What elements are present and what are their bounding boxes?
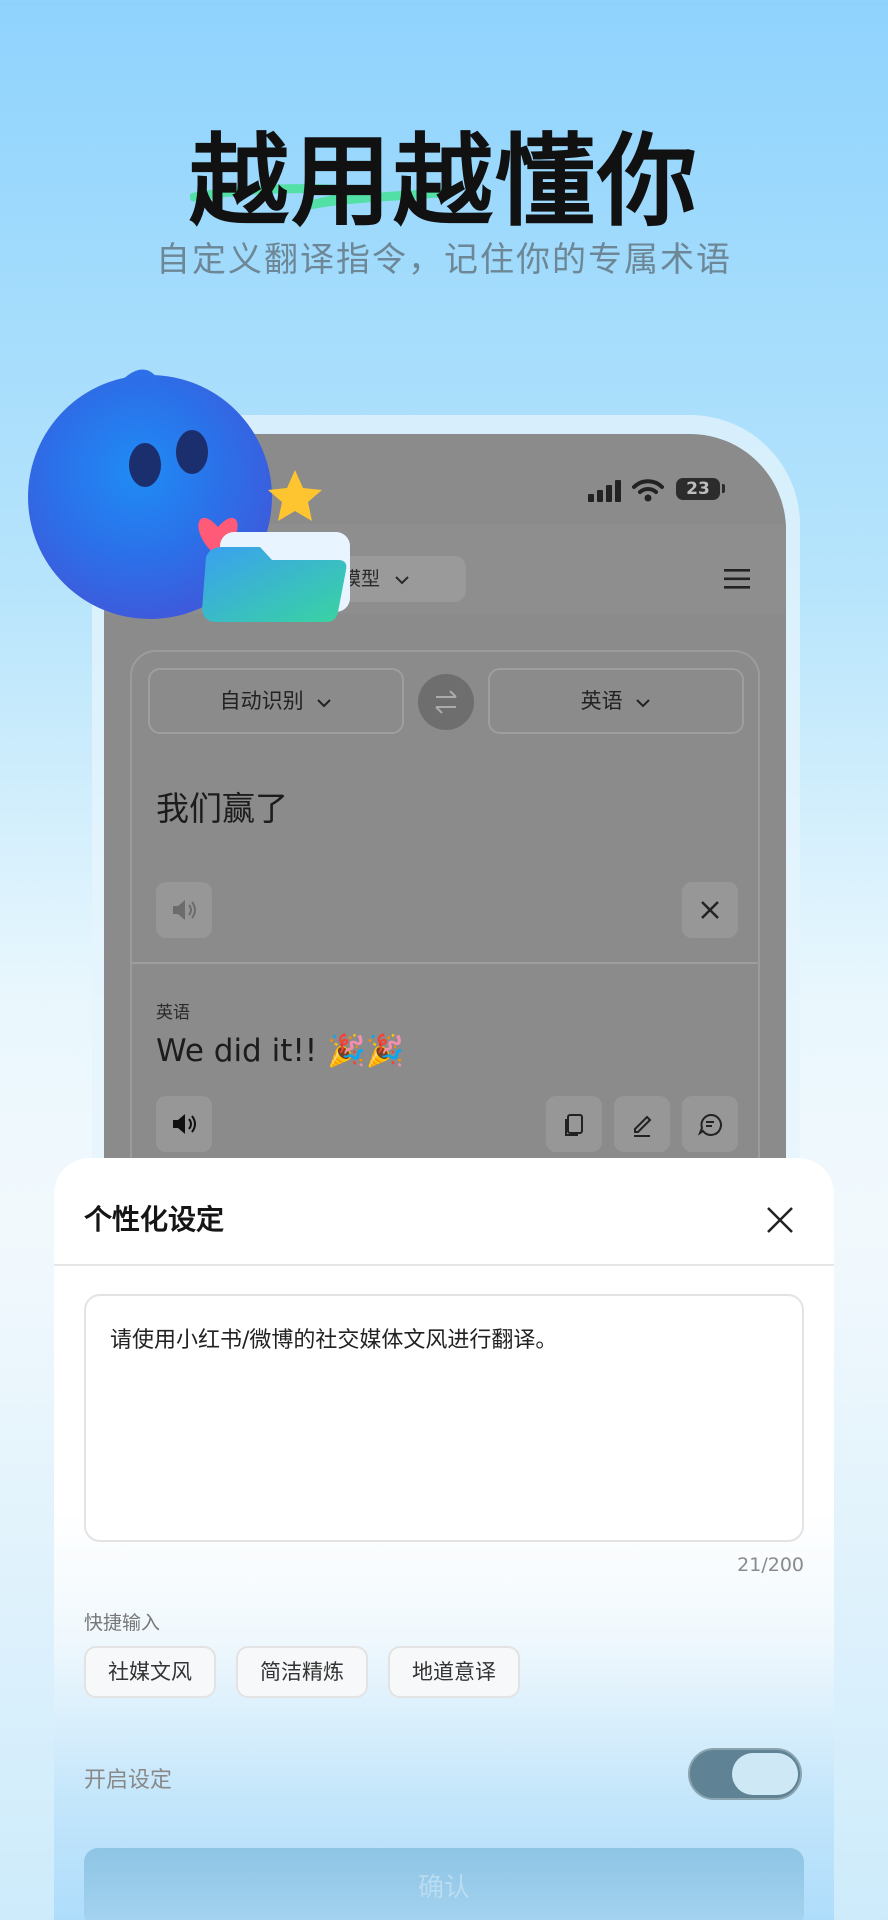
speaker-icon (173, 900, 196, 920)
mascot-illustration (28, 369, 350, 622)
clear-text-button[interactable] (682, 882, 738, 938)
enable-setting-toggle[interactable] (688, 1748, 802, 1800)
chip-concise[interactable]: 简洁精炼 (236, 1646, 368, 1698)
translation-card: 自动识别 英语 我们赢了 英语 We did it!! 🎉🎉 (130, 650, 760, 1194)
copy-icon (565, 1114, 583, 1136)
confirm-button[interactable]: 确认 (84, 1848, 804, 1920)
hero-title: 越用越懂你 (189, 123, 699, 240)
chat-button[interactable] (682, 1096, 738, 1152)
chip-social-style[interactable]: 社媒文风 (84, 1646, 216, 1698)
copy-button[interactable] (546, 1096, 602, 1152)
chip-idiomatic[interactable]: 地道意译 (388, 1646, 520, 1698)
target-language-label: 英语 (580, 689, 623, 713)
battery-tip (722, 484, 725, 493)
swap-languages-button[interactable] (418, 674, 474, 730)
card-divider (132, 962, 758, 964)
sheet-divider (54, 1264, 834, 1266)
close-icon (701, 901, 719, 919)
quick-input-label: 快捷输入 (84, 1612, 161, 1634)
edit-icon (634, 1115, 652, 1137)
edit-button[interactable] (614, 1096, 670, 1152)
instruction-textarea[interactable]: 请使用小红书/微博的社交媒体文风进行翻译。 (84, 1294, 804, 1542)
chevron-down-icon (636, 699, 651, 708)
speaker-icon (173, 1114, 196, 1134)
signal-icon (588, 480, 621, 502)
target-language-tag: 英语 (156, 1003, 190, 1023)
char-counter: 21/200 (737, 1554, 804, 1576)
target-speaker-button[interactable] (156, 1096, 212, 1152)
chevron-down-icon (395, 576, 409, 585)
sheet-title: 个性化设定 (84, 1203, 225, 1236)
battery-indicator: 23 (676, 478, 720, 500)
wifi-icon (632, 479, 664, 502)
source-language-label: 自动识别 (219, 689, 304, 713)
personalization-sheet: 个性化设定 请使用小红书/微博的社交媒体文风进行翻译。 21/200 快捷输入 … (54, 1158, 834, 1920)
target-language-select[interactable]: 英语 (488, 668, 744, 734)
chat-icon (697, 1113, 722, 1136)
translated-text: We did it!! 🎉🎉 (156, 1033, 405, 1069)
toggle-knob (732, 1753, 798, 1795)
menu-icon[interactable] (724, 568, 750, 590)
source-language-select[interactable]: 自动识别 (148, 668, 404, 734)
swap-icon (435, 690, 457, 714)
source-text[interactable]: 我们赢了 (156, 782, 288, 830)
chevron-down-icon (317, 699, 332, 708)
source-speaker-button[interactable] (156, 882, 212, 938)
toggle-label: 开启设定 (84, 1768, 173, 1793)
hero-subtitle: 自定义翻译指令，记住你的专属术语 (156, 240, 732, 280)
close-icon[interactable] (760, 1200, 800, 1240)
